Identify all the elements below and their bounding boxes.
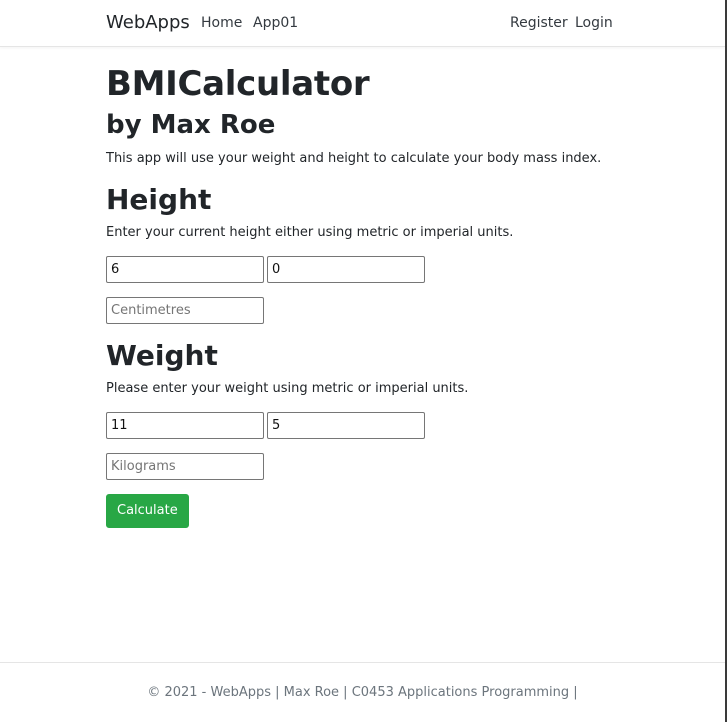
weight-heading: Weight <box>106 339 218 372</box>
weight-instructions: Please enter your weight using metric or… <box>106 381 469 396</box>
nav-link-login[interactable]: Login <box>575 15 613 31</box>
pounds-input[interactable] <box>267 412 425 439</box>
height-imperial-row <box>106 256 666 283</box>
page-subtitle: by Max Roe <box>106 110 276 140</box>
nav-link-home[interactable]: Home <box>201 15 242 31</box>
feet-input[interactable] <box>106 256 264 283</box>
app-description: This app will use your weight and height… <box>106 151 602 166</box>
page: WebApps Home App01 Register Login BMICal… <box>0 0 727 722</box>
height-heading: Height <box>106 183 212 216</box>
weight-metric-row <box>106 453 666 480</box>
kilograms-input[interactable] <box>106 453 264 480</box>
footer: © 2021 - WebApps | Max Roe | C0453 Appli… <box>0 662 725 722</box>
weight-imperial-row <box>106 412 666 439</box>
navbar: WebApps Home App01 Register Login <box>0 0 725 47</box>
calculate-button[interactable]: Calculate <box>106 494 189 528</box>
inches-input[interactable] <box>267 256 425 283</box>
main-content: BMICalculator by Max Roe This app will u… <box>106 60 666 528</box>
nav-link-app01[interactable]: App01 <box>253 15 298 31</box>
height-instructions: Enter your current height either using m… <box>106 225 514 240</box>
nav-link-register[interactable]: Register <box>510 15 568 31</box>
stones-input[interactable] <box>106 412 264 439</box>
footer-text: © 2021 - WebApps | Max Roe | C0453 Appli… <box>147 685 578 700</box>
height-metric-row <box>106 297 666 324</box>
page-title: BMICalculator <box>106 64 370 104</box>
centimetres-input[interactable] <box>106 297 264 324</box>
brand-link[interactable]: WebApps <box>106 12 190 33</box>
